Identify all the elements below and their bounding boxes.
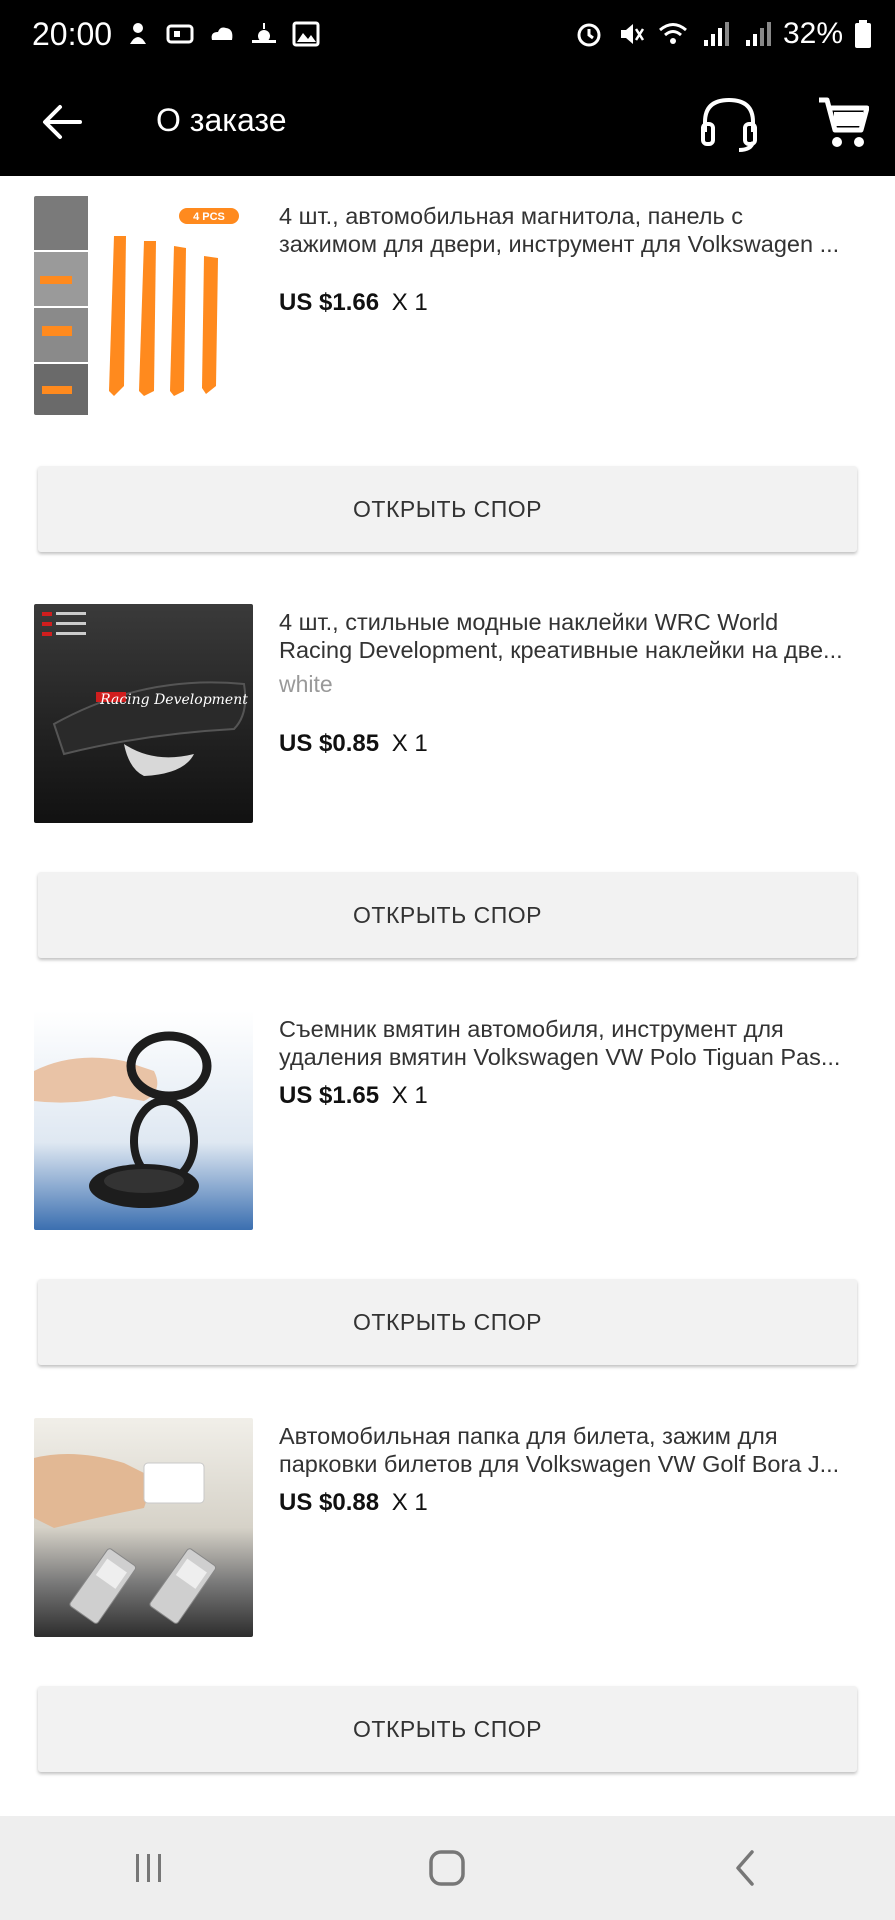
recent-apps-button[interactable] (119, 1838, 179, 1898)
quantity: X 1 (391, 289, 428, 316)
svg-text:Racing Development: Racing Development (99, 692, 248, 708)
price-amount: US $1.66 (279, 289, 380, 316)
product-thumbnail[interactable] (34, 1418, 253, 1637)
wifi-icon (658, 23, 687, 44)
weather-icon (252, 23, 277, 43)
battery-icon (855, 20, 871, 48)
product-thumbnail[interactable]: 4 PCS (34, 196, 253, 415)
product-title-line: 4 шт., стильные модные наклейки WRC Worl… (279, 609, 779, 635)
product-title-line: Съемник вмятин автомобиля, инструмент дл… (279, 1016, 784, 1042)
open-dispute-button[interactable]: ОТКРЫТЬ СПОР (38, 1279, 857, 1365)
ticket-clip-image (34, 1418, 253, 1637)
open-dispute-button[interactable]: ОТКРЫТЬ СПОР (38, 466, 857, 552)
home-icon (429, 1850, 466, 1886)
product-title-line: зажимом для двери, инструмент для Volksw… (279, 231, 840, 257)
product-thumbnail[interactable]: Racing Development (34, 604, 253, 823)
product-title-line: Racing Development, креативные наклейки … (279, 637, 843, 663)
status-right: 32% (573, 17, 873, 51)
product-title-line: удаления вмятин Volkswagen VW Polo Tigua… (279, 1044, 841, 1070)
status-bar: 20:00 32% (0, 0, 895, 68)
page-title: О заказе (156, 102, 287, 138)
signal-2-icon (745, 22, 771, 46)
vk-icon (166, 24, 194, 44)
alarm-icon (577, 23, 601, 47)
order-items-list: 4 PCS 4 шт., автомобильная магнитола, па… (0, 176, 895, 1816)
product-title[interactable]: 4 шт., автомобильная магнитола, панель с… (279, 202, 859, 258)
product-price: US $1.65 X 1 (279, 1082, 428, 1110)
product-title-line: парковки билетов для Volkswagen VW Golf … (279, 1451, 840, 1477)
cart-icon[interactable] (817, 92, 869, 152)
quantity: X 1 (391, 1082, 428, 1109)
app-bar: О заказе (0, 68, 895, 176)
product-price: US $0.88 X 1 (279, 1489, 428, 1517)
price-amount: US $1.65 (279, 1082, 380, 1109)
order-details-screen: 20:00 32% О заказе 4 PCS 4 шт., автомоби… (0, 0, 895, 1920)
product-price: US $1.66 X 1 (279, 289, 428, 317)
status-time: 20:00 (32, 15, 113, 52)
nav-back-icon (736, 1850, 754, 1886)
system-nav-bar (0, 1816, 895, 1920)
open-dispute-button[interactable]: ОТКРЫТЬ СПОР (38, 1686, 857, 1772)
open-dispute-button[interactable]: ОТКРЫТЬ СПОР (38, 872, 857, 958)
sticker-image: Racing Development (34, 604, 253, 823)
product-title-line: 4 шт., автомобильная магнитола, панель с (279, 203, 743, 229)
price-amount: US $0.88 (279, 1489, 380, 1516)
mute-icon (620, 24, 645, 44)
nav-back-button[interactable] (716, 1838, 776, 1898)
dent-puller-image (34, 1011, 253, 1230)
product-price: US $0.85 X 1 (279, 730, 428, 758)
quantity: X 1 (391, 730, 428, 757)
gallery-icon (292, 21, 320, 47)
notification-icon (130, 23, 147, 44)
headset-icon[interactable] (697, 92, 761, 156)
product-title[interactable]: Съемник вмятин автомобиля, инструмент дл… (279, 1015, 859, 1071)
product-variant: white (279, 671, 333, 697)
signal-icon (703, 22, 729, 46)
status-left: 20:00 (32, 16, 322, 53)
battery-percent: 32% (782, 17, 843, 50)
quantity: X 1 (391, 1489, 428, 1516)
product-thumbnail[interactable] (34, 1011, 253, 1230)
product-title-line: Автомобильная папка для билета, зажим дл… (279, 1423, 778, 1449)
trim-tools-image: 4 PCS (34, 196, 253, 415)
home-button[interactable] (417, 1838, 477, 1898)
product-title[interactable]: 4 шт., стильные модные наклейки WRC Worl… (279, 608, 859, 664)
recent-apps-icon (136, 1854, 162, 1882)
back-arrow-icon[interactable] (40, 94, 84, 150)
product-title[interactable]: Автомобильная папка для билета, зажим дл… (279, 1422, 859, 1478)
thumb-badge: 4 PCS (193, 211, 225, 223)
cloud-icon (211, 27, 233, 40)
price-amount: US $0.85 (279, 730, 380, 757)
